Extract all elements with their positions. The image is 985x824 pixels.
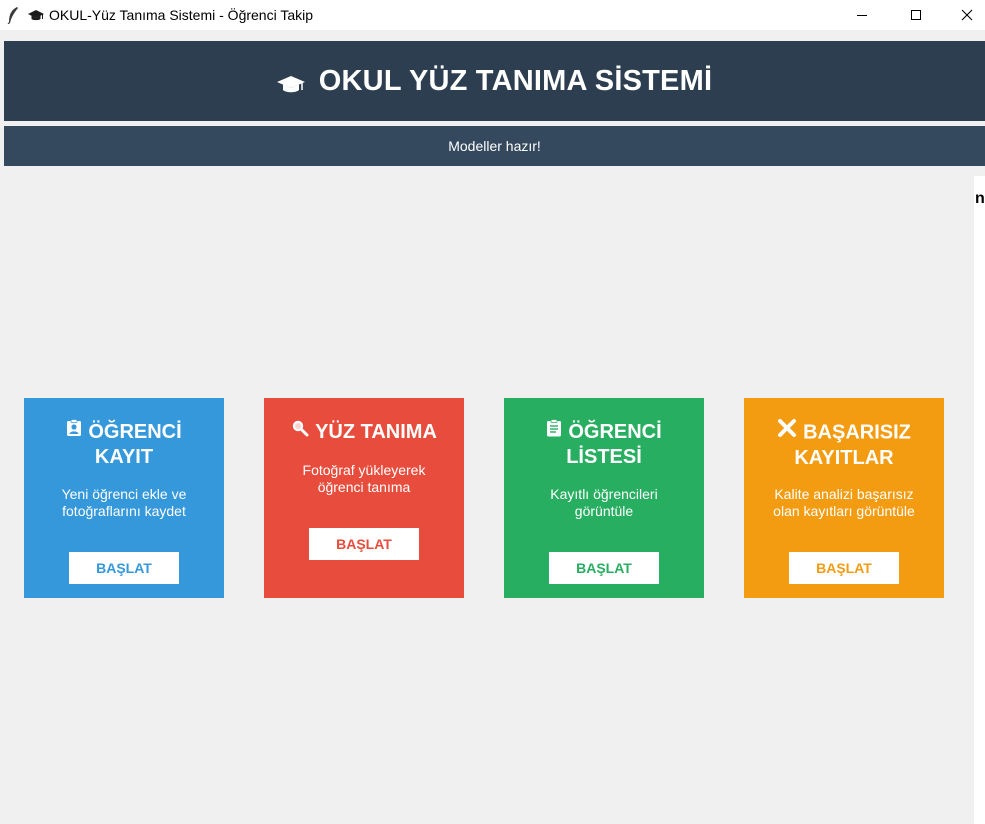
status-bar: Modeller hazır! — [4, 126, 985, 166]
card-title-line1: YÜZ TANIMA — [315, 421, 437, 443]
card-desc-line1: Kayıtlı öğrencileri — [550, 486, 658, 502]
card-title: ÖĞRENCİ KAYIT — [24, 418, 224, 469]
minimize-button[interactable] — [839, 0, 885, 30]
side-panel-text: n — [975, 190, 985, 207]
student-id-icon — [67, 418, 82, 436]
clipboard-icon — [547, 418, 562, 437]
start-failed-records-button[interactable]: BAŞLAT — [789, 552, 899, 584]
minimize-icon — [857, 15, 867, 16]
card-title: YÜZ TANIMA — [264, 420, 464, 445]
close-icon — [961, 9, 973, 21]
card-description: Yeni öğrenci ekle ve fotoğraflarını kayd… — [34, 486, 214, 520]
feather-icon — [7, 7, 18, 24]
graduation-cap-icon — [28, 10, 44, 21]
start-student-list-button[interactable]: BAŞLAT — [549, 552, 659, 584]
window-title-bar: OKUL-Yüz Tanıma Sistemi - Öğrenci Takip — [0, 0, 985, 30]
magnifier-icon — [292, 420, 309, 437]
side-panel-edge: n — [974, 176, 985, 824]
card-desc-line1: Fotoğraf yükleyerek — [302, 462, 426, 478]
card-description: Kalite analizi başarısız olan kayıtları … — [754, 486, 934, 520]
card-title-line2: KAYIT — [94, 445, 154, 468]
card-description: Kayıtlı öğrencileri görüntüle — [514, 486, 694, 520]
card-desc-line2: fotoğraflarını kaydet — [62, 503, 186, 519]
page-title: OKUL YÜZ TANIMA SİSTEMİ — [318, 64, 713, 97]
card-desc-line2: öğrenci tanıma — [317, 479, 411, 495]
graduation-cap-icon — [276, 76, 305, 93]
card-desc-line2: olan kayıtları görüntüle — [773, 503, 915, 519]
card-title-line1: ÖĞRENCİ — [88, 421, 182, 443]
maximize-button[interactable] — [893, 0, 939, 30]
card-title-line2: LİSTESİ — [566, 445, 642, 468]
card-desc-line1: Yeni öğrenci ekle ve — [61, 486, 187, 502]
maximize-icon — [911, 10, 921, 20]
card-desc-line2: görüntüle — [574, 503, 634, 519]
start-student-register-button[interactable]: BAŞLAT — [69, 552, 179, 584]
start-face-recognition-button[interactable]: BAŞLAT — [309, 528, 419, 560]
close-button[interactable] — [944, 0, 985, 30]
status-text: Modeller hazır! — [448, 138, 541, 154]
card-title-line1: ÖĞRENCİ — [568, 421, 662, 443]
card-title: BAŞARISIZ KAYITLAR — [744, 419, 944, 470]
card-face-recognition: YÜZ TANIMA Fotoğraf yükleyerek öğrenci t… — [264, 398, 464, 598]
card-title-line2: KAYITLAR — [794, 447, 894, 469]
card-failed-records: BAŞARISIZ KAYITLAR Kalite analizi başarı… — [744, 398, 944, 598]
window-title: OKUL-Yüz Tanıma Sistemi - Öğrenci Takip — [49, 7, 314, 23]
card-student-list: ÖĞRENCİ LİSTESİ Kayıtlı öğrencileri görü… — [504, 398, 704, 598]
app-header: OKUL YÜZ TANIMA SİSTEMİ — [4, 41, 985, 121]
cross-mark-icon — [778, 419, 797, 437]
card-description: Fotoğraf yükleyerek öğrenci tanıma — [274, 462, 454, 496]
card-title: ÖĞRENCİ LİSTESİ — [504, 418, 704, 469]
card-title-line1: BAŞARISIZ — [803, 421, 911, 444]
card-desc-line1: Kalite analizi başarısız — [774, 486, 914, 502]
card-student-register: ÖĞRENCİ KAYIT Yeni öğrenci ekle ve fotoğ… — [24, 398, 224, 598]
